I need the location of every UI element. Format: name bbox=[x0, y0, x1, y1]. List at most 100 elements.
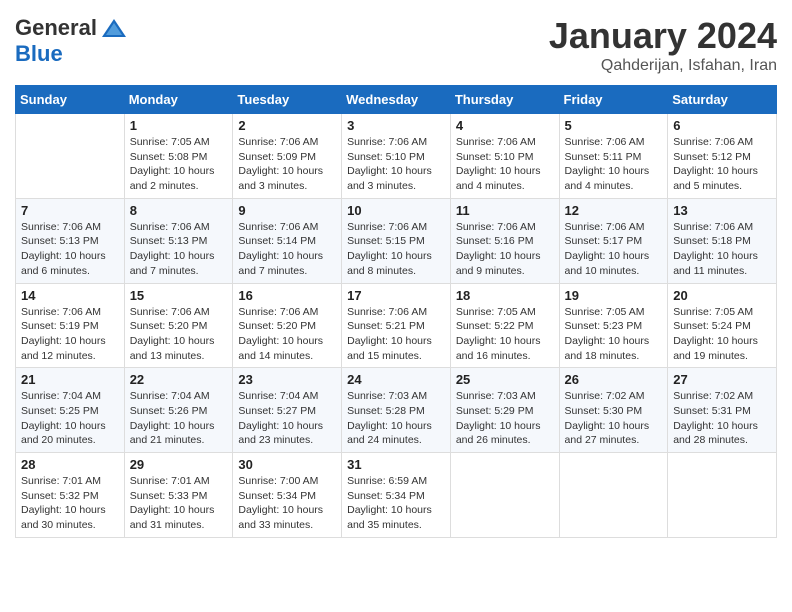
day-number: 17 bbox=[347, 288, 445, 303]
day-number: 24 bbox=[347, 372, 445, 387]
calendar-cell: 27 Sunrise: 7:02 AM Sunset: 5:31 PM Dayli… bbox=[668, 368, 777, 453]
day-number: 28 bbox=[21, 457, 119, 472]
calendar-cell: 6 Sunrise: 7:06 AM Sunset: 5:12 PM Daylig… bbox=[668, 114, 777, 199]
day-info: Sunrise: 7:06 AM Sunset: 5:11 PM Dayligh… bbox=[565, 135, 663, 194]
day-number: 13 bbox=[673, 203, 771, 218]
calendar-cell: 26 Sunrise: 7:02 AM Sunset: 5:30 PM Dayli… bbox=[559, 368, 668, 453]
day-info: Sunrise: 7:06 AM Sunset: 5:21 PM Dayligh… bbox=[347, 305, 445, 364]
header-thursday: Thursday bbox=[450, 86, 559, 114]
day-info: Sunrise: 7:06 AM Sunset: 5:20 PM Dayligh… bbox=[130, 305, 228, 364]
day-number: 7 bbox=[21, 203, 119, 218]
day-number: 4 bbox=[456, 118, 554, 133]
calendar-week-row: 21 Sunrise: 7:04 AM Sunset: 5:25 PM Dayli… bbox=[16, 368, 777, 453]
day-info: Sunrise: 7:01 AM Sunset: 5:32 PM Dayligh… bbox=[21, 474, 119, 533]
day-number: 12 bbox=[565, 203, 663, 218]
calendar-cell: 5Sunrise: 7:06 AM Sunset: 5:11 PM Daylig… bbox=[559, 114, 668, 199]
day-info: Sunrise: 7:06 AM Sunset: 5:19 PM Dayligh… bbox=[21, 305, 119, 364]
day-info: Sunrise: 7:05 AM Sunset: 5:08 PM Dayligh… bbox=[130, 135, 228, 194]
header-wednesday: Wednesday bbox=[342, 86, 451, 114]
day-number: 27 bbox=[673, 372, 771, 387]
calendar-cell: 1 Sunrise: 7:05 AM Sunset: 5:08 PM Daylig… bbox=[124, 114, 233, 199]
calendar-cell: 12 Sunrise: 7:06 AM Sunset: 5:17 PM Dayli… bbox=[559, 198, 668, 283]
calendar-cell: 14Sunrise: 7:06 AM Sunset: 5:19 PM Dayli… bbox=[16, 283, 125, 368]
calendar-cell: 11Sunrise: 7:06 AM Sunset: 5:16 PM Dayli… bbox=[450, 198, 559, 283]
logo-icon bbox=[100, 17, 128, 39]
calendar-cell bbox=[16, 114, 125, 199]
day-info: Sunrise: 7:06 AM Sunset: 5:17 PM Dayligh… bbox=[565, 220, 663, 279]
day-number: 29 bbox=[130, 457, 228, 472]
calendar-cell: 10Sunrise: 7:06 AM Sunset: 5:15 PM Dayli… bbox=[342, 198, 451, 283]
calendar-cell: 9 Sunrise: 7:06 AM Sunset: 5:14 PM Daylig… bbox=[233, 198, 342, 283]
calendar-cell: 2 Sunrise: 7:06 AM Sunset: 5:09 PM Daylig… bbox=[233, 114, 342, 199]
day-info: Sunrise: 7:06 AM Sunset: 5:09 PM Dayligh… bbox=[238, 135, 336, 194]
calendar-cell: 24 Sunrise: 7:03 AM Sunset: 5:28 PM Dayli… bbox=[342, 368, 451, 453]
header-tuesday: Tuesday bbox=[233, 86, 342, 114]
day-number: 23 bbox=[238, 372, 336, 387]
calendar-week-row: 14Sunrise: 7:06 AM Sunset: 5:19 PM Dayli… bbox=[16, 283, 777, 368]
day-info: Sunrise: 7:03 AM Sunset: 5:28 PM Dayligh… bbox=[347, 389, 445, 448]
day-number: 26 bbox=[565, 372, 663, 387]
calendar-week-row: 7 Sunrise: 7:06 AM Sunset: 5:13 PM Daylig… bbox=[16, 198, 777, 283]
day-info: Sunrise: 6:59 AM Sunset: 5:34 PM Dayligh… bbox=[347, 474, 445, 533]
calendar-cell: 4 Sunrise: 7:06 AM Sunset: 5:10 PM Daylig… bbox=[450, 114, 559, 199]
day-info: Sunrise: 7:06 AM Sunset: 5:10 PM Dayligh… bbox=[456, 135, 554, 194]
day-info: Sunrise: 7:06 AM Sunset: 5:12 PM Dayligh… bbox=[673, 135, 771, 194]
calendar-cell: 30Sunrise: 7:00 AM Sunset: 5:34 PM Dayli… bbox=[233, 453, 342, 538]
month-title: January 2024 bbox=[549, 15, 777, 57]
calendar-cell: 23Sunrise: 7:04 AM Sunset: 5:27 PM Dayli… bbox=[233, 368, 342, 453]
calendar-cell: 15Sunrise: 7:06 AM Sunset: 5:20 PM Dayli… bbox=[124, 283, 233, 368]
header-friday: Friday bbox=[559, 86, 668, 114]
logo: General Blue bbox=[15, 15, 128, 67]
day-info: Sunrise: 7:06 AM Sunset: 5:13 PM Dayligh… bbox=[21, 220, 119, 279]
calendar-cell: 3 Sunrise: 7:06 AM Sunset: 5:10 PM Daylig… bbox=[342, 114, 451, 199]
day-info: Sunrise: 7:05 AM Sunset: 5:23 PM Dayligh… bbox=[565, 305, 663, 364]
day-number: 19 bbox=[565, 288, 663, 303]
day-info: Sunrise: 7:06 AM Sunset: 5:16 PM Dayligh… bbox=[456, 220, 554, 279]
day-number: 25 bbox=[456, 372, 554, 387]
day-number: 31 bbox=[347, 457, 445, 472]
day-info: Sunrise: 7:06 AM Sunset: 5:20 PM Dayligh… bbox=[238, 305, 336, 364]
calendar-cell: 22 Sunrise: 7:04 AM Sunset: 5:26 PM Dayli… bbox=[124, 368, 233, 453]
day-info: Sunrise: 7:05 AM Sunset: 5:22 PM Dayligh… bbox=[456, 305, 554, 364]
calendar-cell: 31 Sunrise: 6:59 AM Sunset: 5:34 PM Dayli… bbox=[342, 453, 451, 538]
day-number: 8 bbox=[130, 203, 228, 218]
location: Qahderijan, Isfahan, Iran bbox=[549, 57, 777, 75]
page-header: General Blue January 2024 Qahderijan, Is… bbox=[15, 15, 777, 75]
day-number: 16 bbox=[238, 288, 336, 303]
calendar-cell: 8Sunrise: 7:06 AM Sunset: 5:13 PM Daylig… bbox=[124, 198, 233, 283]
logo-general-text: General bbox=[15, 15, 97, 41]
calendar-header-row: SundayMondayTuesdayWednesdayThursdayFrid… bbox=[16, 86, 777, 114]
day-number: 21 bbox=[21, 372, 119, 387]
calendar-cell bbox=[668, 453, 777, 538]
calendar-cell: 13 Sunrise: 7:06 AM Sunset: 5:18 PM Dayli… bbox=[668, 198, 777, 283]
day-info: Sunrise: 7:04 AM Sunset: 5:25 PM Dayligh… bbox=[21, 389, 119, 448]
day-number: 9 bbox=[238, 203, 336, 218]
calendar-cell: 19 Sunrise: 7:05 AM Sunset: 5:23 PM Dayli… bbox=[559, 283, 668, 368]
calendar-cell: 28 Sunrise: 7:01 AM Sunset: 5:32 PM Dayli… bbox=[16, 453, 125, 538]
logo-blue-text: Blue bbox=[15, 41, 63, 67]
calendar-week-row: 28 Sunrise: 7:01 AM Sunset: 5:32 PM Dayli… bbox=[16, 453, 777, 538]
calendar-table: SundayMondayTuesdayWednesdayThursdayFrid… bbox=[15, 85, 777, 538]
day-info: Sunrise: 7:01 AM Sunset: 5:33 PM Dayligh… bbox=[130, 474, 228, 533]
day-info: Sunrise: 7:06 AM Sunset: 5:14 PM Dayligh… bbox=[238, 220, 336, 279]
day-number: 6 bbox=[673, 118, 771, 133]
day-info: Sunrise: 7:06 AM Sunset: 5:15 PM Dayligh… bbox=[347, 220, 445, 279]
calendar-cell: 29 Sunrise: 7:01 AM Sunset: 5:33 PM Dayli… bbox=[124, 453, 233, 538]
day-number: 30 bbox=[238, 457, 336, 472]
header-saturday: Saturday bbox=[668, 86, 777, 114]
day-info: Sunrise: 7:04 AM Sunset: 5:26 PM Dayligh… bbox=[130, 389, 228, 448]
day-number: 22 bbox=[130, 372, 228, 387]
day-number: 2 bbox=[238, 118, 336, 133]
day-info: Sunrise: 7:05 AM Sunset: 5:24 PM Dayligh… bbox=[673, 305, 771, 364]
day-info: Sunrise: 7:02 AM Sunset: 5:30 PM Dayligh… bbox=[565, 389, 663, 448]
day-info: Sunrise: 7:02 AM Sunset: 5:31 PM Dayligh… bbox=[673, 389, 771, 448]
day-info: Sunrise: 7:06 AM Sunset: 5:18 PM Dayligh… bbox=[673, 220, 771, 279]
calendar-cell: 20Sunrise: 7:05 AM Sunset: 5:24 PM Dayli… bbox=[668, 283, 777, 368]
calendar-week-row: 1 Sunrise: 7:05 AM Sunset: 5:08 PM Daylig… bbox=[16, 114, 777, 199]
calendar-cell: 16 Sunrise: 7:06 AM Sunset: 5:20 PM Dayli… bbox=[233, 283, 342, 368]
calendar-cell: 17 Sunrise: 7:06 AM Sunset: 5:21 PM Dayli… bbox=[342, 283, 451, 368]
day-number: 1 bbox=[130, 118, 228, 133]
day-number: 3 bbox=[347, 118, 445, 133]
day-info: Sunrise: 7:06 AM Sunset: 5:10 PM Dayligh… bbox=[347, 135, 445, 194]
title-block: January 2024 Qahderijan, Isfahan, Iran bbox=[549, 15, 777, 75]
